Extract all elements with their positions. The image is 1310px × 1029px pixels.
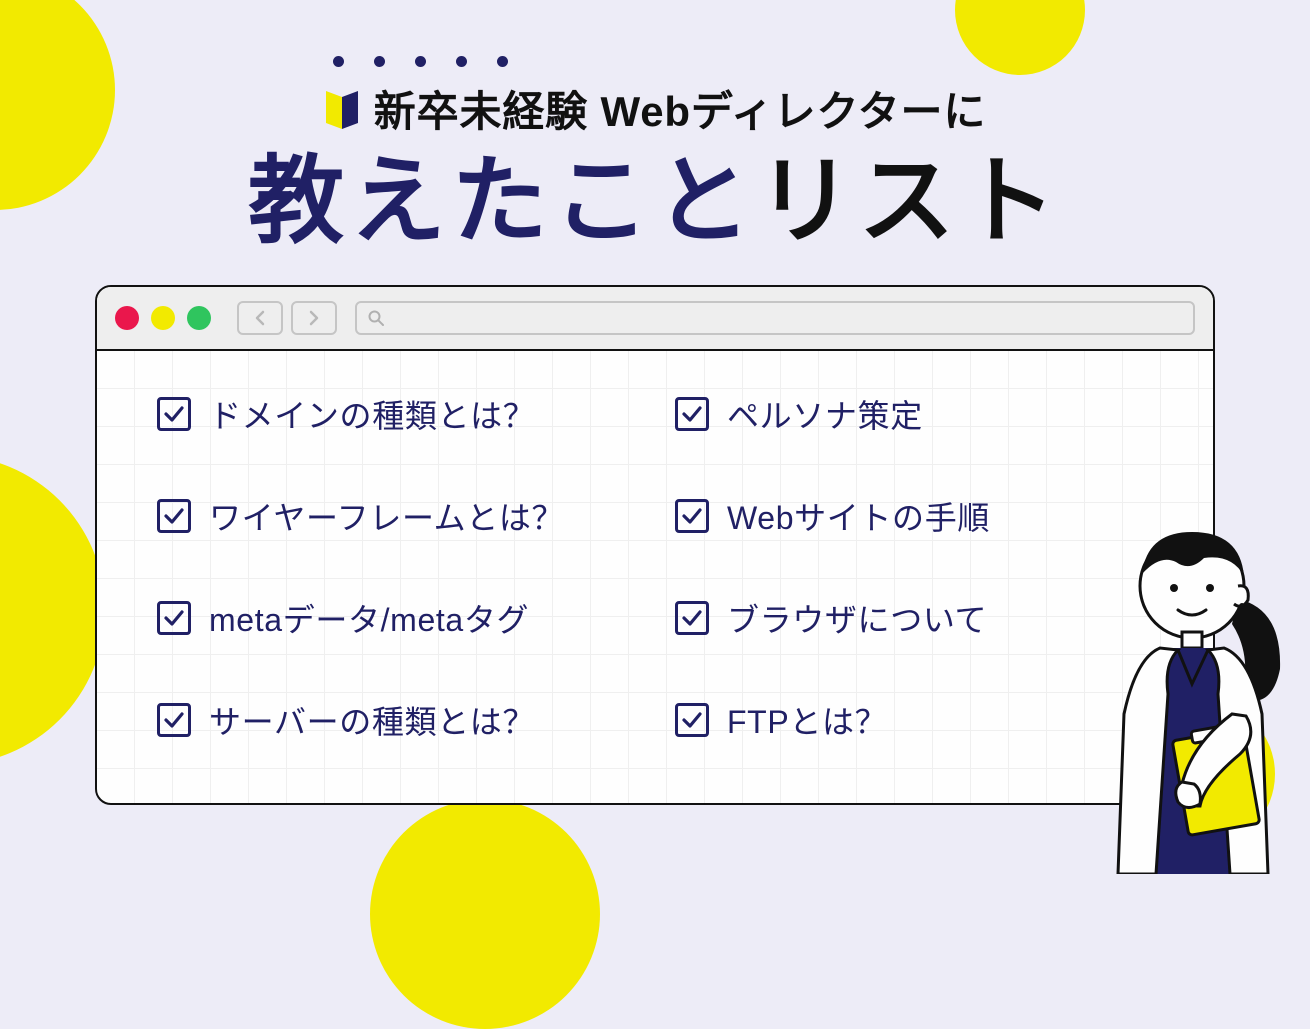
page-title: 教えたことリスト [0, 149, 1310, 255]
decoration-circle [370, 799, 600, 1029]
book-icon [324, 87, 360, 131]
browser-content: ドメインの種類とは？ ワイヤーフレームとは？ metaデータ/metaタグ サー… [97, 351, 1213, 803]
checklist-left: ドメインの種類とは？ ワイヤーフレームとは？ metaデータ/metaタグ サー… [157, 391, 635, 743]
check-icon [675, 601, 709, 635]
list-item-label: ドメインの種類とは？ [209, 391, 535, 437]
list-item-label: Webサイトの手順 [727, 493, 990, 539]
browser-titlebar [97, 287, 1213, 351]
page-subtitle: 新卒未経験 Webディレクターに [374, 78, 986, 139]
search-icon [367, 309, 385, 327]
list-item-label: metaデータ/metaタグ [209, 595, 529, 641]
list-item-label: ブラウザについて [727, 595, 987, 641]
check-icon [675, 499, 709, 533]
list-item: ドメインの種類とは？ [157, 391, 635, 437]
list-item-label: サーバーの種類とは？ [209, 697, 535, 743]
check-icon [675, 397, 709, 431]
list-item: ペルソナ策定 [675, 391, 1153, 437]
list-item-label: FTPとは？ [727, 697, 887, 743]
forward-button[interactable] [291, 301, 337, 335]
check-icon [157, 601, 191, 635]
list-item: サーバーの種類とは？ [157, 697, 635, 743]
title-part-1: 教えたこと [248, 148, 757, 255]
check-icon [157, 703, 191, 737]
check-icon [675, 703, 709, 737]
emphasis-dots [333, 56, 508, 67]
list-item: metaデータ/metaタグ [157, 595, 635, 641]
list-item-label: ワイヤーフレームとは？ [209, 493, 564, 539]
person-illustration [1082, 514, 1302, 874]
list-item: ワイヤーフレームとは？ [157, 493, 635, 539]
title-part-2: リスト [757, 148, 1062, 255]
check-icon [157, 397, 191, 431]
search-input[interactable] [355, 301, 1195, 335]
close-icon[interactable] [115, 306, 139, 330]
maximize-icon[interactable] [187, 306, 211, 330]
browser-window: ドメインの種類とは？ ワイヤーフレームとは？ metaデータ/metaタグ サー… [95, 285, 1215, 805]
decoration-circle [0, 455, 105, 765]
minimize-icon[interactable] [151, 306, 175, 330]
window-controls [115, 306, 211, 330]
check-icon [157, 499, 191, 533]
back-button[interactable] [237, 301, 283, 335]
list-item-label: ペルソナ策定 [727, 391, 923, 437]
